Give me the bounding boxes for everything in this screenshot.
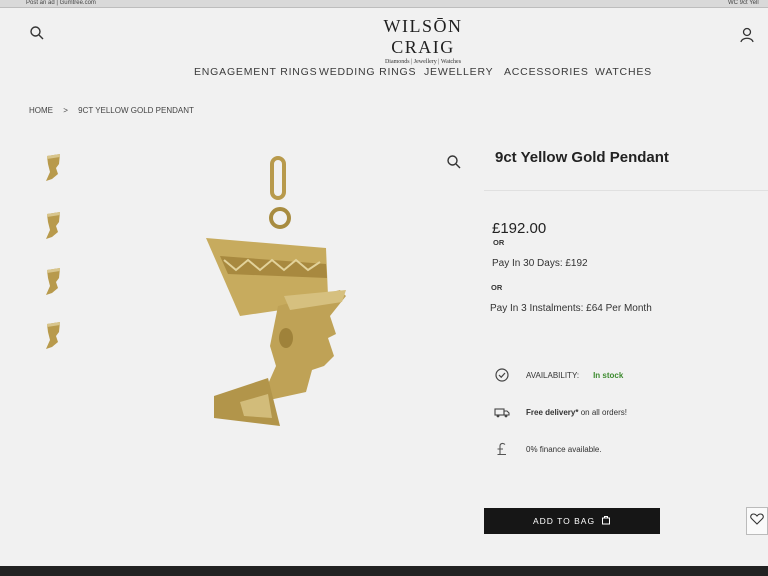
browser-tab-right[interactable]: WC 9ct Yell bbox=[728, 0, 759, 6]
nav-jewellery[interactable]: JEWELLERY bbox=[424, 66, 493, 78]
search-icon[interactable] bbox=[29, 25, 45, 41]
nav-engagement-rings[interactable]: ENGAGEMENT RINGS bbox=[194, 66, 317, 78]
bag-icon bbox=[601, 515, 611, 527]
or-label: OR bbox=[493, 238, 505, 247]
product-price: £192.00 bbox=[492, 220, 547, 237]
product-thumbnail[interactable] bbox=[42, 316, 68, 356]
or-label: OR bbox=[491, 283, 503, 292]
product-thumbnail[interactable] bbox=[42, 148, 68, 188]
breadcrumb-home[interactable]: HOME bbox=[29, 106, 53, 115]
breadcrumb-separator: > bbox=[63, 106, 68, 115]
product-thumbnail[interactable] bbox=[42, 262, 68, 302]
heart-icon bbox=[750, 512, 764, 530]
web-page: WILSŌN CRAIG Diamonds | Jewellery | Watc… bbox=[0, 8, 768, 568]
divider bbox=[484, 190, 768, 191]
availability-value: In stock bbox=[593, 371, 624, 380]
product-main-image[interactable] bbox=[200, 156, 360, 436]
product-thumbnail[interactable] bbox=[42, 206, 68, 246]
finance-note: 0% finance available. bbox=[526, 445, 602, 454]
check-circle-icon bbox=[494, 367, 510, 383]
pay-in-30-days[interactable]: Pay In 30 Days: £192 bbox=[492, 258, 588, 269]
product-title: 9ct Yellow Gold Pendant bbox=[495, 149, 669, 166]
nav-accessories[interactable]: ACCESSORIES bbox=[504, 66, 589, 78]
wishlist-button[interactable] bbox=[746, 507, 768, 535]
browser-tab-strip: Post an ad | Gumtree.com WC 9ct Yell bbox=[0, 0, 768, 8]
monitor-bezel bbox=[0, 566, 768, 576]
breadcrumb-current: 9CT YELLOW GOLD PENDANT bbox=[78, 106, 194, 115]
pound-icon bbox=[494, 441, 510, 457]
browser-tab-left[interactable]: Post an ad | Gumtree.com bbox=[26, 0, 96, 6]
nav-wedding-rings[interactable]: WEDDING RINGS bbox=[319, 66, 416, 78]
add-to-bag-button[interactable]: ADD TO BAG bbox=[484, 508, 660, 534]
free-delivery: Free delivery* bbox=[526, 408, 579, 417]
brand-name: WILSŌN CRAIG bbox=[383, 16, 463, 57]
pay-in-3-instalments[interactable]: Pay In 3 Instalments: £64 Per Month bbox=[490, 303, 652, 314]
main-nav: ENGAGEMENT RINGS WEDDING RINGS JEWELLERY… bbox=[0, 66, 768, 86]
brand-tagline: Diamonds | Jewellery | Watches bbox=[384, 59, 462, 65]
account-icon[interactable] bbox=[738, 26, 756, 44]
breadcrumb: HOME > 9CT YELLOW GOLD PENDANT bbox=[29, 106, 202, 115]
brand-logo[interactable]: WILSŌN CRAIG Diamonds | Jewellery | Watc… bbox=[353, 16, 493, 65]
nav-watches[interactable]: WATCHES bbox=[595, 66, 652, 78]
delivery-truck-icon bbox=[494, 404, 510, 420]
delivery-note: on all orders! bbox=[578, 408, 627, 417]
availability-label: AVAILABILITY: bbox=[526, 371, 580, 380]
zoom-icon[interactable] bbox=[446, 154, 462, 170]
add-to-bag-label: ADD TO BAG bbox=[532, 516, 596, 526]
